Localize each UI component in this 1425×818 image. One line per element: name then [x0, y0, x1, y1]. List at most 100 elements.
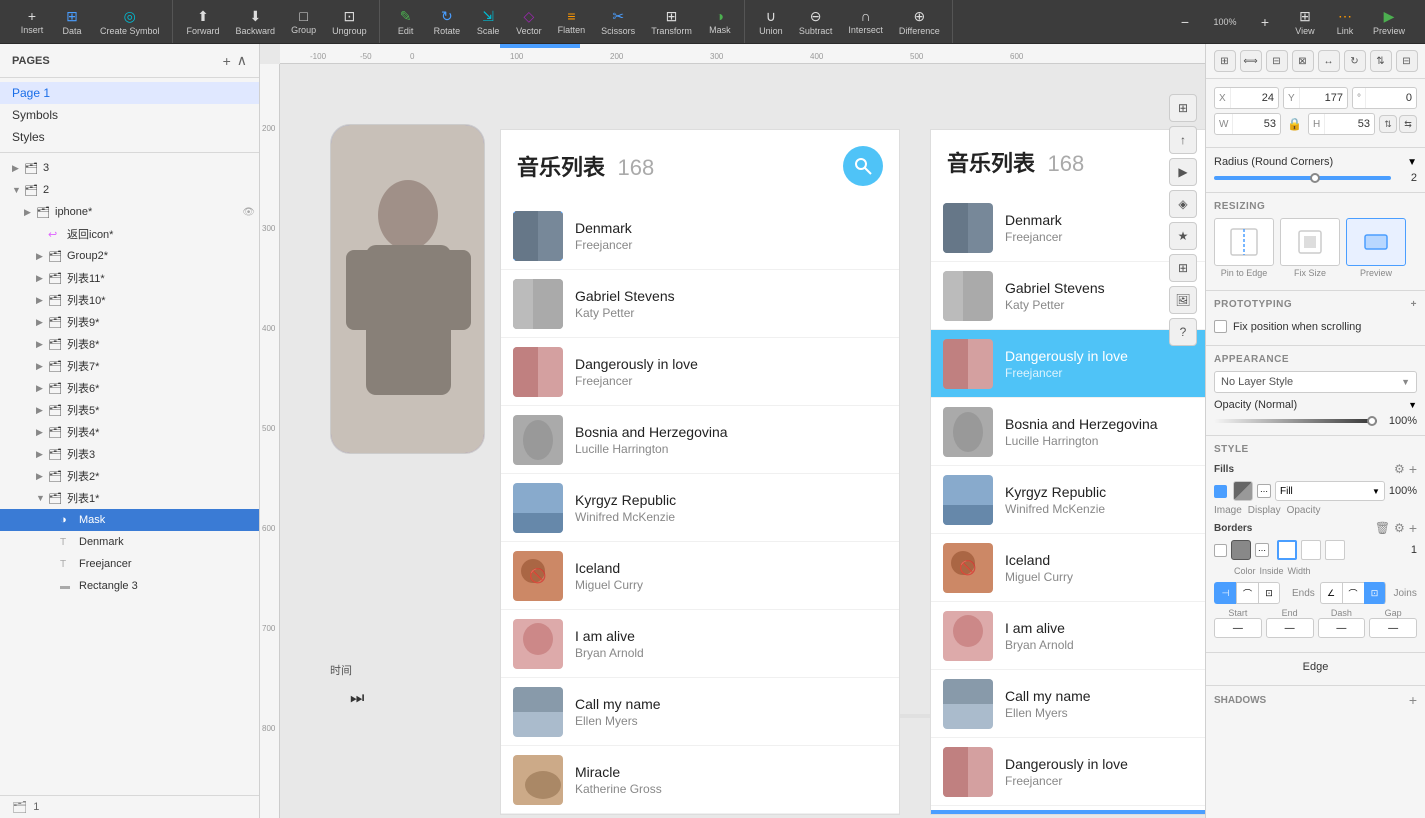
- page-item-styles[interactable]: Styles: [0, 126, 259, 148]
- song-dangerous2-right[interactable]: Dangerously in love Freejancer: [931, 738, 1205, 806]
- layer-list11[interactable]: ▶ 🗂 列表11*: [0, 267, 259, 289]
- fills-add-btn[interactable]: +: [1409, 461, 1417, 477]
- canvas-icon-component[interactable]: ◈: [1169, 190, 1197, 218]
- song-dangerous-left[interactable]: Dangerously in love Freejancer: [501, 338, 899, 406]
- song-bosnia-right[interactable]: Bosnia and Herzegovina Lucille Harringto…: [931, 398, 1205, 466]
- next-track-button[interactable]: ⏭: [350, 690, 364, 708]
- dash-input[interactable]: —: [1318, 618, 1366, 638]
- song-iceland-right[interactable]: 🚫 Iceland Miguel Curry: [931, 534, 1205, 602]
- prototyping-add-icon[interactable]: +: [1411, 299, 1417, 310]
- edit-button[interactable]: ✎ Edit: [388, 4, 424, 40]
- canvas-icon-star[interactable]: ★: [1169, 222, 1197, 250]
- layer-mask[interactable]: ◑ Mask: [0, 509, 259, 531]
- view-button[interactable]: ⊞ View: [1287, 4, 1323, 40]
- layer-group-2[interactable]: ▼ 🗂 2: [0, 179, 259, 201]
- start-input[interactable]: —: [1214, 618, 1262, 638]
- pin-to-edge-btn[interactable]: [1214, 218, 1274, 266]
- vector-button[interactable]: ◇ Vector: [510, 4, 548, 40]
- radius-slider[interactable]: [1214, 176, 1391, 180]
- lock-ratio-icon[interactable]: 🔒: [1285, 113, 1304, 135]
- fix-scroll-checkbox[interactable]: [1214, 320, 1227, 333]
- eye-icon[interactable]: 👁: [242, 207, 255, 218]
- mask-button[interactable]: ◑ Mask: [702, 4, 738, 40]
- layer-list10[interactable]: ▶ 🗂 列表10*: [0, 289, 259, 311]
- subtract-button[interactable]: ⊖ Subtract: [793, 4, 839, 40]
- layer-back-icon[interactable]: ↩ 返回icon*: [0, 223, 259, 245]
- song-bosnia-left[interactable]: Bosnia and Herzegovina Lucille Harringto…: [501, 406, 899, 474]
- add-page-button[interactable]: +: [223, 52, 231, 69]
- song-denmark-right[interactable]: Denmark Freejancer: [931, 194, 1205, 262]
- align-v-icon[interactable]: ⇅: [1379, 115, 1397, 133]
- preview-button[interactable]: ▶ Preview: [1367, 4, 1411, 40]
- song-kyrgyz-left[interactable]: Kyrgyz Republic Winifred McKenzie: [501, 474, 899, 542]
- layer-list9[interactable]: ▶ 🗂 列表9*: [0, 311, 259, 333]
- opacity-slider[interactable]: [1214, 419, 1377, 423]
- shadows-add-btn[interactable]: +: [1409, 692, 1417, 708]
- end-input[interactable]: —: [1266, 618, 1314, 638]
- inspector-icon-rotate[interactable]: ↻: [1344, 50, 1366, 72]
- song-dangerous-right[interactable]: Dangerously in love Freejancer ⏸: [931, 330, 1205, 398]
- backward-button[interactable]: ⬇ Backward: [230, 4, 282, 40]
- opacity-down-btn[interactable]: ▼: [1408, 400, 1417, 410]
- canvas-icon-play[interactable]: ▶: [1169, 158, 1197, 186]
- layer-list8[interactable]: ▶ 🗂 列表8*: [0, 333, 259, 355]
- inspector-icon-align2[interactable]: ⊠: [1292, 50, 1314, 72]
- ungroup-button[interactable]: ⊡ Ungroup: [326, 4, 373, 40]
- song-callmy-right[interactable]: Call my name Ellen Myers: [931, 670, 1205, 738]
- layer-list4[interactable]: ▶ 🗂 列表4*: [0, 421, 259, 443]
- inspector-icon-flip[interactable]: ↔: [1318, 50, 1340, 72]
- border-swatch[interactable]: [1231, 540, 1251, 560]
- link-button[interactable]: ⋯ Link: [1327, 4, 1363, 40]
- end-round-btn[interactable]: ⌒: [1236, 582, 1258, 604]
- song-alive-left[interactable]: I am alive Bryan Arnold: [501, 610, 899, 678]
- song-gabriel-left[interactable]: Gabriel Stevens Katy Petter: [501, 270, 899, 338]
- join-round-btn[interactable]: ⌒: [1342, 582, 1364, 604]
- intersect-button[interactable]: ∩ Intersect: [842, 4, 889, 40]
- inspector-icon-distribute[interactable]: ⟺: [1240, 50, 1262, 72]
- border-checkbox[interactable]: [1214, 544, 1227, 557]
- song-miracle-left[interactable]: Miracle Katherine Gross: [501, 746, 899, 814]
- fill-type-select[interactable]: Fill ▼: [1275, 481, 1385, 501]
- data-button[interactable]: ⊞ Data: [54, 4, 90, 40]
- borders-add-btn[interactable]: +: [1409, 520, 1417, 536]
- canvas-icon-grid[interactable]: ⊞: [1169, 254, 1197, 282]
- song-callmy-left[interactable]: Call my name Ellen Myers: [501, 678, 899, 746]
- zoom-level[interactable]: 100%: [1207, 4, 1243, 40]
- layer-denmark-text[interactable]: T Denmark: [0, 531, 259, 553]
- song-kyrgyz-right[interactable]: Kyrgyz Republic Winifred McKenzie: [931, 466, 1205, 534]
- preview-resize-btn[interactable]: [1346, 218, 1406, 266]
- union-button[interactable]: ∪ Union: [753, 4, 789, 40]
- gap-input[interactable]: —: [1369, 618, 1417, 638]
- page-item-1[interactable]: Page 1: [0, 82, 259, 104]
- difference-button[interactable]: ⊕ Difference: [893, 4, 946, 40]
- page-item-symbols[interactable]: Symbols: [0, 104, 259, 126]
- border-inner-btn[interactable]: [1301, 540, 1321, 560]
- fills-settings-btn[interactable]: ⚙: [1394, 461, 1405, 477]
- song-alive-right[interactable]: I am alive Bryan Arnold: [931, 602, 1205, 670]
- insert-button[interactable]: + Insert: [14, 4, 50, 40]
- end-square-btn[interactable]: ⊡: [1258, 582, 1280, 604]
- canvas-icon-fit[interactable]: ⊞: [1169, 94, 1197, 122]
- inspector-icon-crop[interactable]: ⊟: [1396, 50, 1418, 72]
- fix-size-btn[interactable]: [1280, 218, 1340, 266]
- transform-button[interactable]: ⊞ Transform: [645, 4, 698, 40]
- zoom-out-button[interactable]: −: [1167, 4, 1203, 40]
- scissors-button[interactable]: ✂ Scissors: [595, 4, 641, 40]
- layer-freejancer-text[interactable]: T Freejancer: [0, 553, 259, 575]
- borders-settings-btn[interactable]: ⚙: [1394, 520, 1405, 536]
- layer-list3[interactable]: ▶ 🗂 列表3: [0, 443, 259, 465]
- canvas-area[interactable]: -100 -50 0 100 200 300 400 500 600 200 3…: [260, 44, 1205, 818]
- canvas-icon-upload[interactable]: ↑: [1169, 126, 1197, 154]
- song-gabriel-right[interactable]: Gabriel Stevens Katy Petter: [931, 262, 1205, 330]
- forward-button[interactable]: ⬆ Forward: [181, 4, 226, 40]
- radius-down-btn[interactable]: ▼: [1407, 157, 1417, 168]
- layer-group2[interactable]: ▶ 🗂 Group2*: [0, 245, 259, 267]
- canvas-icon-image[interactable]: 🖼: [1169, 286, 1197, 314]
- layer-list7[interactable]: ▶ 🗂 列表7*: [0, 355, 259, 377]
- border-center-btn[interactable]: [1277, 540, 1297, 560]
- end-butt-btn[interactable]: ⊣: [1214, 582, 1236, 604]
- collapse-pages-button[interactable]: ∧: [237, 52, 247, 69]
- layer-list2[interactable]: ▶ 🗂 列表2*: [0, 465, 259, 487]
- zoom-in-button[interactable]: +: [1247, 4, 1283, 40]
- layer-list6[interactable]: ▶ 🗂 列表6*: [0, 377, 259, 399]
